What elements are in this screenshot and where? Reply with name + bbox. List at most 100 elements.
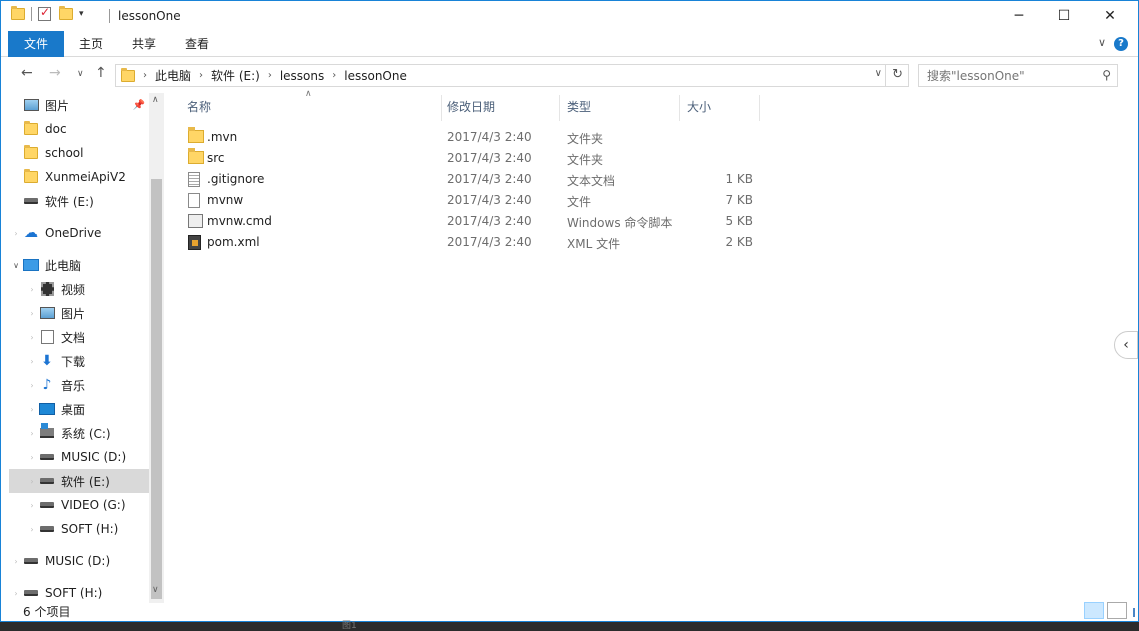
nav-item-drive-h[interactable]: › SOFT (H:) xyxy=(9,517,149,541)
nav-item-drive-g[interactable]: › VIDEO (G:) xyxy=(9,493,149,517)
expand-icon[interactable]: › xyxy=(25,405,39,414)
file-row[interactable]: .mvn 2017/4/3 2:40 文件夹 xyxy=(179,127,759,148)
drive-icon xyxy=(40,526,54,532)
maximize-button[interactable]: ☐ xyxy=(1041,1,1087,31)
folder-icon xyxy=(11,6,25,20)
breadcrumb-lessons[interactable]: lessons xyxy=(280,69,324,83)
expand-icon[interactable]: › xyxy=(25,525,39,534)
drive-icon xyxy=(40,454,54,460)
expand-icon[interactable]: › xyxy=(25,309,39,318)
expand-icon[interactable]: › xyxy=(9,589,23,598)
nav-item-soft-h-network[interactable]: › SOFT (H:) xyxy=(9,581,149,603)
tab-share[interactable]: 共享 xyxy=(122,31,166,57)
tab-home[interactable]: 主页 xyxy=(69,31,113,57)
expand-ribbon-icon[interactable]: ∨ xyxy=(1098,36,1106,49)
large-icons-view-button[interactable] xyxy=(1107,602,1135,619)
search-box[interactable]: ⚲ xyxy=(918,64,1118,87)
nav-item-label: VIDEO (G:) xyxy=(61,498,126,512)
nav-item-music[interactable]: › ♪ 音乐 xyxy=(9,373,149,397)
chevron-right-icon[interactable]: › xyxy=(268,70,272,81)
nav-item-doc[interactable]: doc xyxy=(9,117,149,141)
back-button[interactable]: ← xyxy=(21,65,33,81)
expand-icon[interactable]: › xyxy=(25,285,39,294)
nav-item-label: XunmeiApiV2 xyxy=(45,170,126,184)
expand-icon[interactable]: › xyxy=(25,429,39,438)
nav-item-music-d-network[interactable]: › MUSIC (D:) xyxy=(9,549,149,573)
expand-icon[interactable]: › xyxy=(25,501,39,510)
minimize-icon: ─ xyxy=(1014,8,1024,24)
expand-icon[interactable]: › xyxy=(25,453,39,462)
file-row[interactable]: pom.xml 2017/4/3 2:40 XML 文件 2 KB xyxy=(179,232,759,253)
scroll-down-icon[interactable]: ∨ xyxy=(152,585,159,595)
nav-item-label: 下载 xyxy=(61,354,86,369)
nav-scrollbar[interactable]: ∧ ∨ xyxy=(149,93,164,603)
refresh-icon[interactable]: ↻ xyxy=(892,67,903,82)
forward-button[interactable]: → xyxy=(49,65,61,81)
expand-icon[interactable]: › xyxy=(9,557,23,566)
close-button[interactable]: ✕ xyxy=(1087,1,1133,31)
chevron-right-icon[interactable]: › xyxy=(143,70,147,81)
column-header-date[interactable]: 修改日期 xyxy=(439,95,559,119)
nav-item-label: 系统 (C:) xyxy=(61,426,111,441)
scroll-up-icon[interactable]: ∧ xyxy=(152,95,159,105)
folder-icon xyxy=(188,148,204,164)
documents-icon xyxy=(40,330,54,344)
nav-item-this-pc[interactable]: ∨ 此电脑 xyxy=(9,253,149,277)
properties-icon[interactable] xyxy=(38,5,51,21)
breadcrumb-lessonone[interactable]: lessonOne xyxy=(344,69,407,83)
nav-item-label: 图片 xyxy=(61,306,86,321)
collapse-icon[interactable]: ∨ xyxy=(9,261,23,270)
expand-icon[interactable]: › xyxy=(25,357,39,366)
nav-item-documents[interactable]: › 文档 xyxy=(9,325,149,349)
nav-item-downloads[interactable]: › ⬇ 下载 xyxy=(9,349,149,373)
column-header-type[interactable]: 类型 xyxy=(559,95,679,119)
breadcrumb-drive-e[interactable]: 软件 (E:) xyxy=(211,67,260,84)
nav-item-drive-e[interactable]: › 软件 (E:) xyxy=(9,469,149,493)
folder-icon xyxy=(188,127,204,143)
nav-item-drive-e-quick[interactable]: 软件 (E:) xyxy=(9,189,149,213)
nav-item-pictures[interactable]: › 图片 xyxy=(9,301,149,325)
preview-pane-toggle[interactable]: ‹ xyxy=(1114,331,1138,359)
file-row[interactable]: .gitignore 2017/4/3 2:40 文本文档 1 KB xyxy=(179,169,759,190)
nav-item-pictures-quick[interactable]: 图片 📌 xyxy=(9,93,149,117)
tab-view[interactable]: 查看 xyxy=(175,31,219,57)
navigation-row: ← → ∨ ↑ › 此电脑 › 软件 (E:) › lessons › less… xyxy=(1,61,1138,91)
nav-item-drive-d[interactable]: › MUSIC (D:) xyxy=(9,445,149,469)
nav-item-school[interactable]: school xyxy=(9,141,149,165)
nav-item-desktop[interactable]: › 桌面 xyxy=(9,397,149,421)
recent-locations-button[interactable]: ∨ xyxy=(77,69,84,79)
search-icon: ⚲ xyxy=(1102,68,1111,82)
expand-icon[interactable]: › xyxy=(9,229,23,238)
tab-file[interactable]: 文件 xyxy=(8,31,64,57)
chevron-right-icon[interactable]: › xyxy=(332,70,336,81)
expand-icon[interactable]: › xyxy=(25,477,39,486)
nav-item-onedrive[interactable]: › ☁ OneDrive xyxy=(9,221,149,245)
pin-icon[interactable]: 📌 xyxy=(133,100,145,111)
up-button[interactable]: ↑ xyxy=(95,65,107,81)
search-input[interactable] xyxy=(919,65,1089,86)
new-folder-icon[interactable] xyxy=(59,6,73,20)
expand-icon[interactable]: › xyxy=(25,333,39,342)
customize-toolbar-icon[interactable]: ▾ xyxy=(79,9,84,19)
column-header-size[interactable]: 大小 xyxy=(679,95,759,119)
breadcrumb-this-pc[interactable]: 此电脑 xyxy=(155,67,191,84)
status-bar: 6 个项目 xyxy=(1,601,1138,621)
nav-item-videos[interactable]: › 视频 xyxy=(9,277,149,301)
file-row[interactable]: mvnw.cmd 2017/4/3 2:40 Windows 命令脚本 5 KB xyxy=(179,211,759,232)
scrollbar-thumb[interactable] xyxy=(151,179,162,599)
system-drive-icon xyxy=(40,423,54,438)
nav-item-xunmeiapiv2[interactable]: XunmeiApiV2 xyxy=(9,165,149,189)
chevron-right-icon[interactable]: › xyxy=(199,70,203,81)
address-dropdown-icon[interactable]: ∨ xyxy=(875,68,882,79)
large-icons-view-icon xyxy=(1133,608,1135,617)
file-row[interactable]: mvnw 2017/4/3 2:40 文件 7 KB xyxy=(179,190,759,211)
file-row[interactable]: src 2017/4/3 2:40 文件夹 xyxy=(179,148,759,169)
minimize-button[interactable]: ─ xyxy=(996,1,1042,31)
details-view-button[interactable] xyxy=(1084,602,1104,619)
column-header-name[interactable]: 名称 xyxy=(179,95,441,119)
address-bar[interactable]: › 此电脑 › 软件 (E:) › lessons › lessonOne ∨ … xyxy=(115,64,909,87)
figure-caption: 图1 xyxy=(342,621,357,631)
help-icon[interactable]: ? xyxy=(1114,37,1128,51)
nav-item-drive-c[interactable]: › 系统 (C:) xyxy=(9,421,149,445)
expand-icon[interactable]: › xyxy=(25,381,39,390)
